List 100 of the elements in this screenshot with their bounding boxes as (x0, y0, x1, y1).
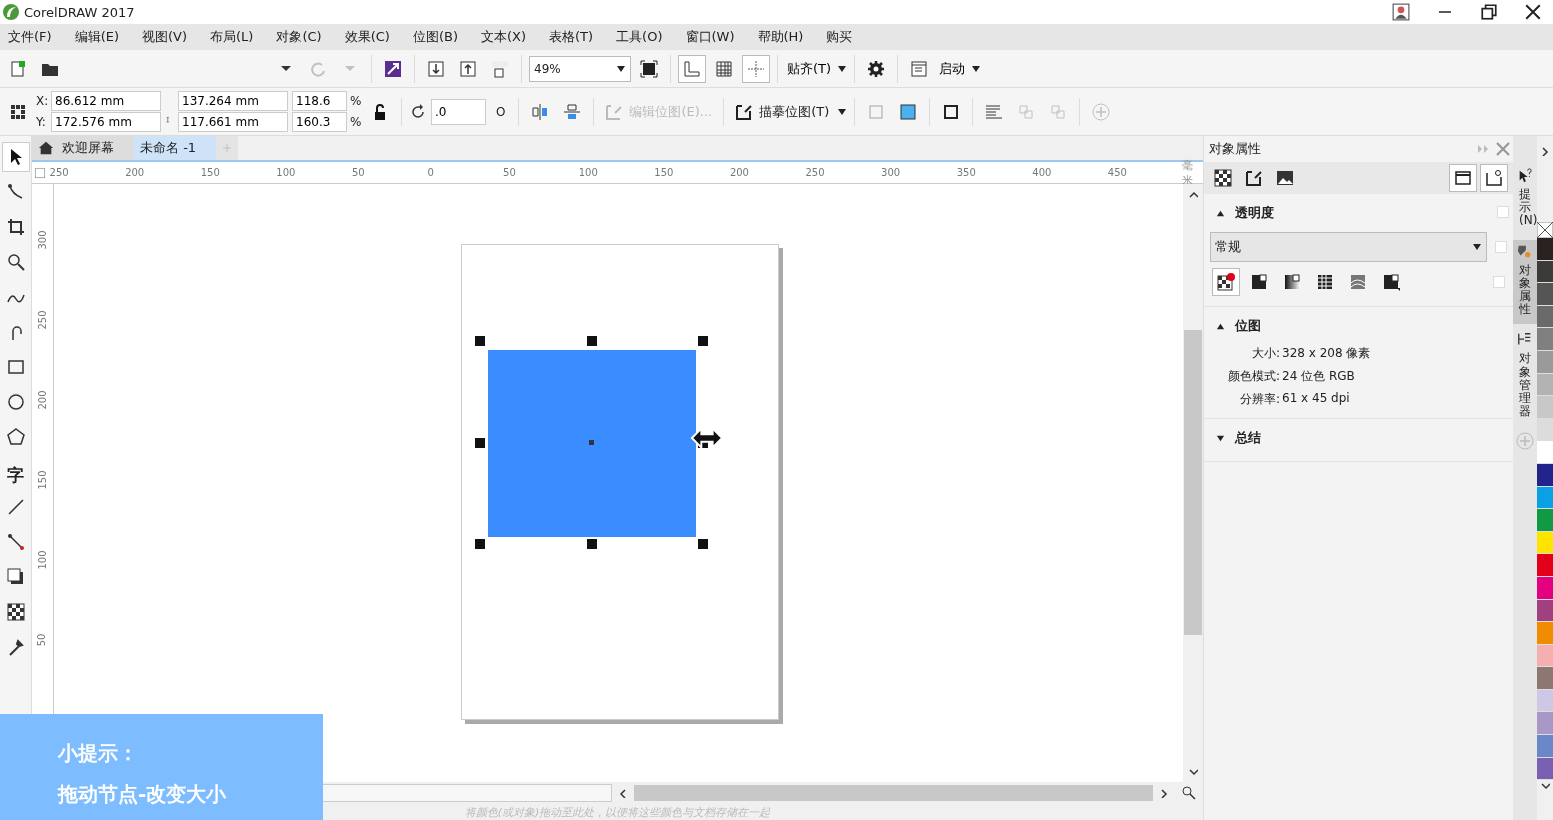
color-swatch[interactable] (1537, 350, 1553, 374)
document-tab[interactable]: 未命名 -1 (134, 136, 217, 160)
menu-item[interactable]: 文本(X) (476, 26, 535, 48)
side-tab[interactable]: 对象管理器 (1513, 328, 1537, 427)
menu-item[interactable]: 帮助(H) (753, 26, 813, 48)
color-swatch[interactable] (1537, 238, 1553, 261)
selection-handle[interactable] (475, 539, 485, 549)
color-swatch[interactable] (1537, 644, 1553, 668)
color-swatch[interactable] (1537, 463, 1553, 487)
full-screen-preview-icon (640, 59, 658, 78)
view-button[interactable] (1480, 164, 1508, 192)
rulers-button[interactable] (678, 54, 706, 83)
shape-icon (6, 183, 25, 201)
launch-button[interactable]: 启动 (937, 59, 968, 78)
dropdown-caret-icon (1472, 242, 1483, 252)
texture-transparency-icon (1382, 273, 1400, 291)
scroll-thumb[interactable] (634, 785, 1153, 801)
color-swatch[interactable] (1537, 509, 1553, 532)
color-swatch[interactable] (1537, 260, 1553, 284)
guidelines-button[interactable] (742, 54, 770, 83)
panel-title: 对象属性 (1209, 140, 1261, 158)
transparency-mode-dropdown[interactable]: 常规 (1210, 232, 1488, 262)
menu-item[interactable]: 布局(L) (206, 26, 263, 48)
menu-item[interactable]: 文件(F) (4, 26, 61, 48)
section-header[interactable]: 位图 (1210, 313, 1507, 339)
color-swatch[interactable] (1537, 735, 1553, 758)
menu-item[interactable]: 效果(C) (340, 26, 399, 48)
color-swatch[interactable] (1537, 283, 1553, 306)
menu-item[interactable]: 购买 (822, 26, 862, 48)
menu-item[interactable]: 表格(T) (545, 26, 603, 48)
color-swatch[interactable] (1537, 305, 1553, 329)
color-swatch[interactable] (1537, 441, 1553, 464)
dock-button[interactable] (1449, 164, 1477, 192)
text-tool[interactable]: 字 (7, 464, 24, 487)
section-header[interactable]: 总结 (1210, 425, 1507, 451)
color-swatch[interactable] (1537, 576, 1553, 600)
no-color-swatch-icon[interactable] (1537, 222, 1553, 238)
pick-tool[interactable] (1, 142, 30, 172)
color-swatch[interactable] (1537, 486, 1553, 510)
menu-item[interactable]: 窗口(W) (681, 26, 744, 48)
color-swatch[interactable] (1537, 418, 1553, 442)
export-icon (459, 59, 477, 78)
position-field[interactable]: 86.612 mm (51, 91, 161, 111)
checkbox[interactable] (1495, 241, 1507, 253)
color-swatch[interactable] (1537, 712, 1553, 736)
color-swatch[interactable] (1537, 599, 1553, 623)
width-field[interactable]: 137.264 mm (178, 91, 288, 111)
dimension-icon (6, 498, 25, 516)
selection-handle[interactable] (475, 336, 485, 346)
scroll-thumb[interactable] (1184, 330, 1202, 635)
selection-handle[interactable] (698, 539, 708, 549)
color-swatch[interactable] (1537, 622, 1553, 645)
trace-bitmap-button[interactable]: 描摹位图(T) (731, 96, 834, 127)
checkbox[interactable] (1497, 206, 1509, 218)
scroll-up-icon (1188, 190, 1198, 200)
document-tab[interactable]: 欢迎屏幕 (32, 136, 134, 160)
info-value: 328 x 208 像素 (1282, 345, 1372, 362)
color-swatch[interactable] (1537, 554, 1553, 577)
selection-handle[interactable] (698, 336, 708, 346)
position-field[interactable]: 172.576 mm (51, 112, 161, 132)
dropdown-caret-icon (616, 63, 626, 74)
minimize-icon (1438, 11, 1452, 13)
selection-handle[interactable] (586, 336, 597, 346)
color-swatch[interactable] (1537, 757, 1553, 781)
color-swatch[interactable] (1537, 396, 1553, 419)
ruler-label: 200 (35, 390, 49, 410)
add-icon (1092, 102, 1111, 121)
color-swatch[interactable] (1537, 689, 1553, 713)
palette-scroll-icon[interactable] (1540, 780, 1550, 791)
height-field[interactable]: 117.661 mm (178, 112, 288, 132)
side-tab[interactable]: 提示(N) (1513, 164, 1537, 236)
snap-to-button[interactable]: 贴齐(T) (785, 59, 834, 78)
zoom-level-field[interactable]: 49% (529, 55, 631, 82)
scale-field[interactable]: 118.6 (292, 91, 347, 111)
color-swatch[interactable] (1537, 328, 1553, 351)
rotation-field[interactable]: .0 (431, 98, 486, 125)
color-swatch[interactable] (1537, 531, 1553, 555)
menu-item[interactable]: 视图(V) (138, 26, 197, 48)
checkbox[interactable] (1493, 276, 1505, 288)
color-swatch[interactable] (1537, 373, 1553, 397)
palette-menu-icon[interactable] (1540, 146, 1550, 156)
trace-bitmap-icon (735, 102, 754, 121)
no-transparency-button[interactable] (1212, 268, 1240, 296)
ruler-label: 350 (955, 167, 977, 178)
menu-item[interactable]: 编辑(E) (70, 26, 128, 48)
selection-handle[interactable] (586, 539, 597, 549)
dropdown-caret-icon (837, 63, 848, 74)
menu-item[interactable]: 对象(C) (272, 26, 331, 48)
selection-handle[interactable] (475, 437, 485, 448)
menu-item[interactable]: 位图(B) (408, 26, 467, 48)
side-tab[interactable]: 对象属性 (1513, 239, 1537, 325)
ruler-label: 450 (1106, 167, 1128, 178)
to-front-icon (1017, 102, 1036, 121)
gradient-transparency-icon (1283, 273, 1301, 291)
menu-item[interactable]: 工具(O) (612, 26, 672, 48)
section-header[interactable]: 透明度 (1210, 200, 1507, 226)
scale-field[interactable]: 160.3 (292, 112, 347, 132)
rectangle-icon (6, 358, 25, 376)
color-swatch[interactable] (1537, 667, 1553, 690)
grid-icon (715, 59, 733, 78)
